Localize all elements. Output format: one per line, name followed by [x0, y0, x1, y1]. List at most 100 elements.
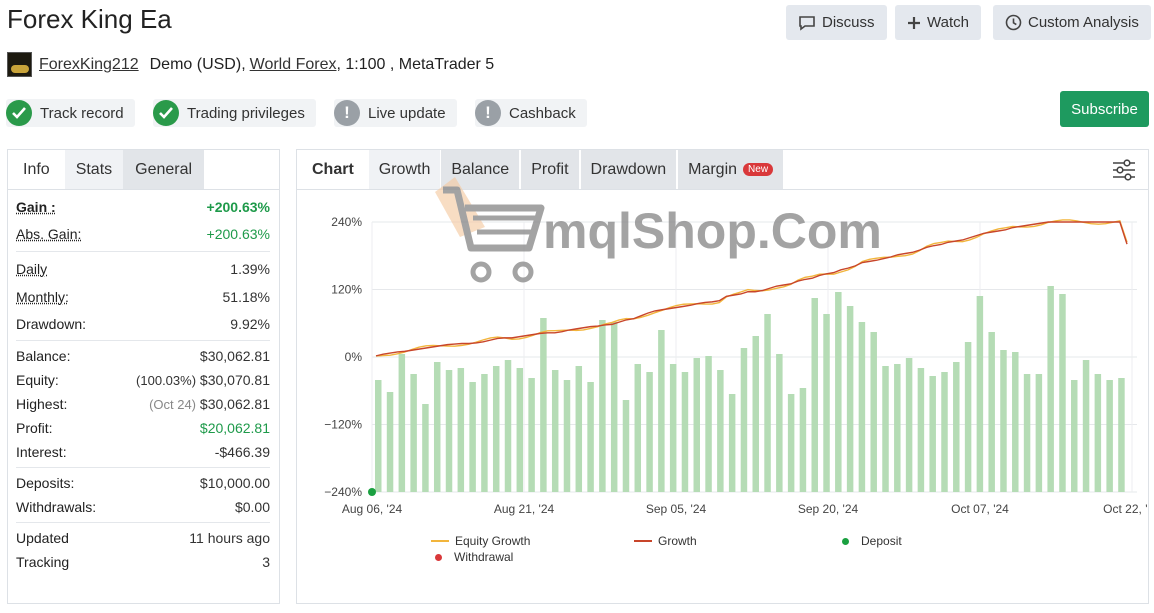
- growth-bar: [905, 358, 913, 492]
- growth-bar: [587, 382, 594, 492]
- stat-balance: Balance: $30,062.81: [16, 348, 270, 364]
- growth-bar: [1059, 294, 1066, 492]
- growth-bar: [894, 364, 901, 492]
- tab-chart[interactable]: Chart: [297, 150, 369, 189]
- growth-bar: [481, 374, 488, 492]
- growth-bar: [858, 322, 866, 492]
- growth-bar: [846, 306, 854, 492]
- avatar[interactable]: [7, 52, 32, 77]
- shopping-cart-icon: [435, 177, 545, 283]
- growth-bar: [681, 372, 689, 492]
- y-tick-label: 0%: [345, 350, 363, 364]
- growth-bar: [717, 370, 724, 492]
- growth-bar: [811, 298, 818, 492]
- custom-analysis-label: Custom Analysis: [1028, 14, 1139, 31]
- growth-bar: [705, 356, 712, 492]
- stat-interest: Interest: -$466.39: [16, 444, 270, 460]
- growth-bar: [835, 292, 842, 492]
- growth-bar: [410, 374, 417, 492]
- growth-bar: [964, 342, 972, 492]
- stats-list: Gain : +200.63% Abs. Gain: +200.63% Daily 1…: [8, 190, 279, 574]
- growth-bar: [504, 360, 512, 492]
- settings-sliders-icon[interactable]: [1112, 159, 1136, 186]
- growth-bar: [1118, 378, 1125, 492]
- growth-bar: [610, 322, 618, 492]
- badge-live-update[interactable]: ! Live update: [334, 99, 457, 127]
- check-icon: [153, 100, 179, 126]
- growth-bar: [492, 366, 500, 492]
- growth-bar: [776, 354, 783, 492]
- custom-analysis-button[interactable]: Custom Analysis: [993, 5, 1151, 40]
- stat-profit: Profit: $20,062.81: [16, 420, 270, 436]
- stat-monthly: Monthly: 51.18%: [16, 289, 270, 305]
- growth-bar: [669, 364, 677, 492]
- watermark-text: mqlShop.Com: [543, 203, 880, 259]
- growth-bar: [882, 366, 889, 492]
- growth-bar: [599, 320, 606, 492]
- growth-bar: [799, 388, 807, 492]
- clock-icon: [1005, 14, 1022, 31]
- plus-icon: [908, 16, 920, 29]
- badge-label: Live update: [368, 104, 446, 122]
- growth-bar: [516, 368, 524, 492]
- growth-bar: [469, 382, 476, 492]
- tab-general[interactable]: General: [123, 150, 205, 189]
- chat-icon: [799, 15, 815, 31]
- legend-deposit[interactable]: Deposit: [842, 534, 902, 548]
- growth-bar: [752, 336, 759, 492]
- stat-highest: Highest: (Oct 24) $30,062.81: [16, 396, 270, 412]
- stat-abs-gain: Abs. Gain: +200.63%: [16, 226, 270, 242]
- stat-tracking: Tracking 3: [16, 554, 270, 570]
- growth-bar: [740, 348, 748, 492]
- growth-bar: [1071, 380, 1078, 492]
- stats-tabs: Info Stats General: [8, 150, 279, 190]
- stat-updated: Updated 11 hours ago: [16, 530, 270, 546]
- y-tick-label: 120%: [331, 283, 362, 297]
- stats-panel: Info Stats General Gain : +200.63% Abs. G…: [7, 149, 280, 604]
- broker-link[interactable]: World Forex: [250, 56, 337, 74]
- y-tick-label: 240%: [331, 215, 362, 229]
- growth-bar: [528, 378, 535, 492]
- growth-bar: [988, 332, 995, 492]
- growth-bar: [728, 394, 736, 492]
- badge-trading-privileges[interactable]: Trading privileges: [153, 99, 316, 127]
- badge-track-record[interactable]: Track record: [6, 99, 135, 127]
- x-tick-label: Sep 05, '24: [646, 502, 707, 516]
- tab-info[interactable]: Info: [8, 150, 65, 189]
- legend-growth[interactable]: Growth: [634, 534, 697, 548]
- x-tick-label: Sep 20, '24: [798, 502, 859, 516]
- growth-bar: [622, 400, 630, 492]
- username-link[interactable]: ForexKing212: [39, 56, 139, 74]
- growth-bar: [693, 358, 701, 492]
- growth-bar: [1023, 374, 1031, 492]
- divider: [16, 467, 270, 468]
- legend-equity[interactable]: Equity Growth: [431, 534, 530, 548]
- divider: [16, 340, 270, 341]
- growth-bar: [764, 314, 771, 492]
- x-tick-label: Oct 22, '24: [1103, 502, 1148, 516]
- discuss-button[interactable]: Discuss: [786, 5, 887, 40]
- watch-button[interactable]: Watch: [895, 5, 981, 40]
- growth-bar: [870, 332, 877, 492]
- growth-bar: [1012, 352, 1019, 492]
- subscribe-button[interactable]: Subscribe: [1060, 91, 1149, 127]
- badge-cashback[interactable]: ! Cashback: [475, 99, 587, 127]
- growth-bar: [575, 366, 583, 492]
- stat-withdrawals: Withdrawals: $0.00: [16, 499, 270, 515]
- growth-bar: [941, 372, 948, 492]
- stat-equity: Equity: (100.03%) $30,070.81: [16, 372, 270, 388]
- growth-bar: [445, 370, 453, 492]
- divider: [16, 522, 270, 523]
- growth-bar: [1047, 286, 1054, 492]
- stat-deposits: Deposits: $10,000.00: [16, 475, 270, 491]
- account-type: Demo (USD),: [149, 55, 246, 73]
- legend-withdrawal[interactable]: Withdrawal: [435, 550, 513, 564]
- tab-stats[interactable]: Stats: [64, 150, 124, 189]
- growth-bar: [1000, 350, 1007, 492]
- growth-bar: [634, 364, 642, 492]
- page-title: Forex King Ea: [7, 4, 172, 34]
- growth-bar: [457, 368, 465, 492]
- account-details: , 1:100 , MetaTrader 5: [336, 55, 495, 73]
- growth-bar: [953, 362, 960, 492]
- growth-bar: [375, 380, 382, 492]
